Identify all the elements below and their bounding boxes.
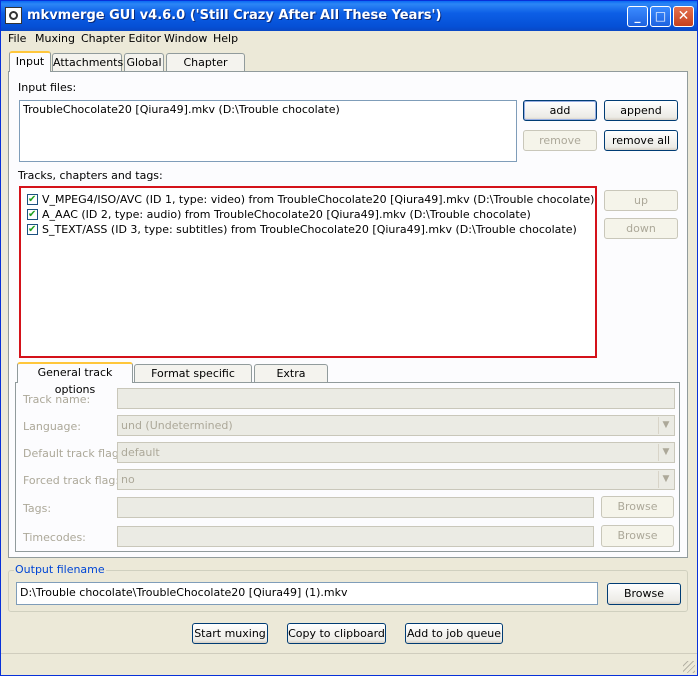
track-label: A_AAC (ID 2, type: audio) from TroubleCh… [42,208,531,221]
add-button[interactable]: add [523,100,597,121]
track-item[interactable]: A_AAC (ID 2, type: audio) from TroubleCh… [27,207,531,222]
input-files-list[interactable]: TroubleChocolate20 [Qiura49].mkv (D:\Tro… [19,100,517,162]
tab-input[interactable]: Input [9,51,51,72]
tracks-list[interactable]: V_MPEG4/ISO/AVC (ID 1, type: video) from… [19,186,597,358]
minimize-button[interactable]: _ [627,6,648,27]
chevron-down-icon: ▼ [658,471,673,488]
track-name-input[interactable] [117,388,675,409]
tab-global[interactable]: Global [124,53,164,72]
status-bar [1,653,697,675]
timecodes-input[interactable] [117,526,594,547]
tab-chapter-editor[interactable]: Chapter Editor [166,53,245,86]
menu-window[interactable]: Window [164,32,207,45]
menu-bar: File Muxing Chapter Editor Window Help [1,31,697,49]
tab-attachments[interactable]: Attachments [52,53,123,72]
forced-flag-dropdown[interactable]: no ▼ [117,469,675,490]
menu-chapter-editor[interactable]: Chapter Editor [81,32,161,45]
tracks-label: Tracks, chapters and tags: [18,169,163,182]
track-label: S_TEXT/ASS (ID 3, type: subtitles) from … [42,223,577,236]
output-filename-label: Output filename [14,563,106,576]
remove-button[interactable]: remove [523,130,597,151]
track-item[interactable]: S_TEXT/ASS (ID 3, type: subtitles) from … [27,222,577,237]
language-label: Language: [23,420,81,433]
input-file-item[interactable]: TroubleChocolate20 [Qiura49].mkv (D:\Tro… [23,103,340,116]
start-muxing-button[interactable]: Start muxing [192,623,268,644]
output-browse-button[interactable]: Browse [607,583,681,605]
forced-flag-value: no [121,473,135,486]
append-button[interactable]: append [604,100,678,121]
remove-all-button[interactable]: remove all [604,130,678,151]
menu-muxing[interactable]: Muxing [35,32,75,45]
chevron-down-icon: ▼ [658,417,673,434]
add-to-job-queue-button[interactable]: Add to job queue [405,623,503,644]
tab-format-specific-options[interactable]: Format specific options [134,364,252,397]
timecodes-label: Timecodes: [23,531,86,544]
tab-extra-options[interactable]: Extra options [254,364,328,397]
close-button[interactable]: ✕ [673,6,694,27]
default-flag-label: Default track flag: [23,447,123,460]
title-bar[interactable]: mkvmerge GUI v4.6.0 ('Still Crazy After … [1,1,697,31]
up-button[interactable]: up [604,190,678,211]
track-checkbox[interactable] [27,192,38,207]
menu-file[interactable]: File [8,32,26,45]
tags-label: Tags: [23,502,52,515]
main-window: mkvmerge GUI v4.6.0 ('Still Crazy After … [0,0,698,676]
input-tab-panel: Input files: TroubleChocolate20 [Qiura49… [8,71,688,558]
track-checkbox[interactable] [27,222,38,237]
forced-flag-label: Forced track flag: [23,474,120,487]
timecodes-browse-button[interactable]: Browse [601,525,674,547]
window-title: mkvmerge GUI v4.6.0 ('Still Crazy After … [27,8,442,23]
tab-general-track-options[interactable]: General track options [17,362,133,396]
tags-input[interactable] [117,497,594,518]
tags-browse-button[interactable]: Browse [601,496,674,518]
track-options-panel: Track name: Language: und (Undetermined)… [15,382,680,552]
app-icon [5,7,22,24]
maximize-button[interactable]: □ [650,6,671,27]
down-button[interactable]: down [604,218,678,239]
chevron-down-icon: ▼ [658,444,673,461]
track-item[interactable]: V_MPEG4/ISO/AVC (ID 1, type: video) from… [27,192,594,207]
copy-to-clipboard-button[interactable]: Copy to clipboard [287,623,386,644]
track-label: V_MPEG4/ISO/AVC (ID 1, type: video) from… [42,193,595,206]
language-value: und (Undetermined) [121,419,233,432]
track-checkbox[interactable] [27,207,38,222]
menu-help[interactable]: Help [213,32,238,45]
default-flag-value: default [121,446,160,459]
resize-grip-icon[interactable] [683,661,695,673]
language-dropdown[interactable]: und (Undetermined) ▼ [117,415,675,436]
output-filename-input[interactable]: D:\Trouble chocolate\TroubleChocolate20 … [16,582,598,605]
default-flag-dropdown[interactable]: default ▼ [117,442,675,463]
input-files-label: Input files: [18,81,77,94]
